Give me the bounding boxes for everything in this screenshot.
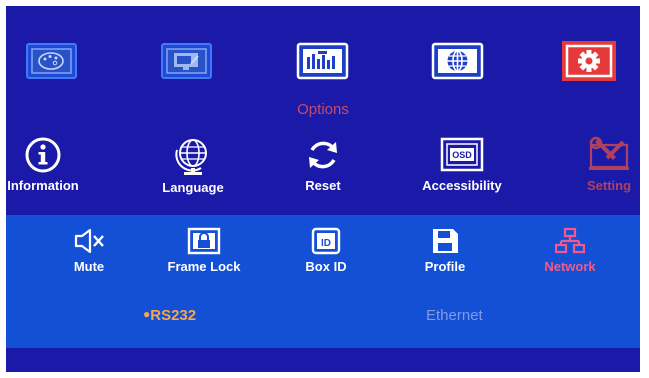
feature-item-network[interactable]: Network — [515, 227, 625, 274]
box-id-icon: ID — [311, 227, 341, 255]
submenu-label: Setting — [586, 178, 632, 193]
reset-icon — [309, 141, 337, 169]
submenu-item-information[interactable]: Information — [6, 136, 98, 193]
feature-label: Box ID — [305, 259, 347, 274]
osd-icon: OSD — [440, 137, 484, 172]
frame-lock-icon — [187, 227, 221, 255]
submenu-label: Information — [7, 178, 79, 193]
ethernet-option[interactable]: Ethernet — [426, 307, 483, 324]
rs232-option[interactable]: ●RS232 — [143, 307, 196, 324]
globe-stand-icon — [175, 139, 207, 175]
menu-title: Options — [297, 101, 349, 118]
setting-tools-icon — [589, 136, 629, 170]
feature-item-box-id[interactable]: ID Box ID — [271, 227, 381, 274]
bottom-strip — [6, 348, 640, 372]
gear-icon[interactable] — [561, 40, 617, 82]
svg-text:ID: ID — [321, 238, 331, 249]
submenu-label: Accessibility — [422, 178, 502, 193]
submenu-item-reset[interactable]: Reset — [268, 136, 378, 193]
submenu-item-setting[interactable]: Setting — [554, 136, 640, 193]
save-icon — [433, 229, 458, 253]
feature-item-profile[interactable]: Profile — [390, 227, 500, 274]
globe-icon[interactable] — [431, 42, 484, 80]
submenu-label: Reset — [305, 178, 341, 193]
screen-frame: Options Information Language Reset OSD A… — [0, 0, 649, 378]
feature-item-mute[interactable]: Mute — [34, 227, 144, 274]
feature-label: Network — [544, 259, 596, 274]
osd-menu: Options Information Language Reset OSD A… — [6, 6, 640, 372]
options-icon[interactable] — [296, 42, 349, 80]
submenu-label: Language — [162, 180, 224, 195]
submenu-item-accessibility[interactable]: OSD Accessibility — [407, 136, 517, 193]
palette-icon[interactable] — [25, 42, 78, 80]
svg-text:OSD: OSD — [452, 150, 472, 160]
ethernet-label: Ethernet — [426, 307, 483, 324]
rs232-label: RS232 — [150, 307, 197, 324]
info-icon — [25, 137, 61, 173]
mute-icon — [74, 228, 104, 254]
feature-item-frame-lock[interactable]: Frame Lock — [149, 227, 259, 274]
feature-label: Frame Lock — [167, 259, 241, 274]
display-settings-icon[interactable] — [160, 42, 213, 80]
feature-label: Profile — [424, 259, 466, 274]
submenu-item-language[interactable]: Language — [138, 136, 248, 195]
network-icon — [555, 227, 585, 254]
feature-label: Mute — [73, 259, 105, 274]
